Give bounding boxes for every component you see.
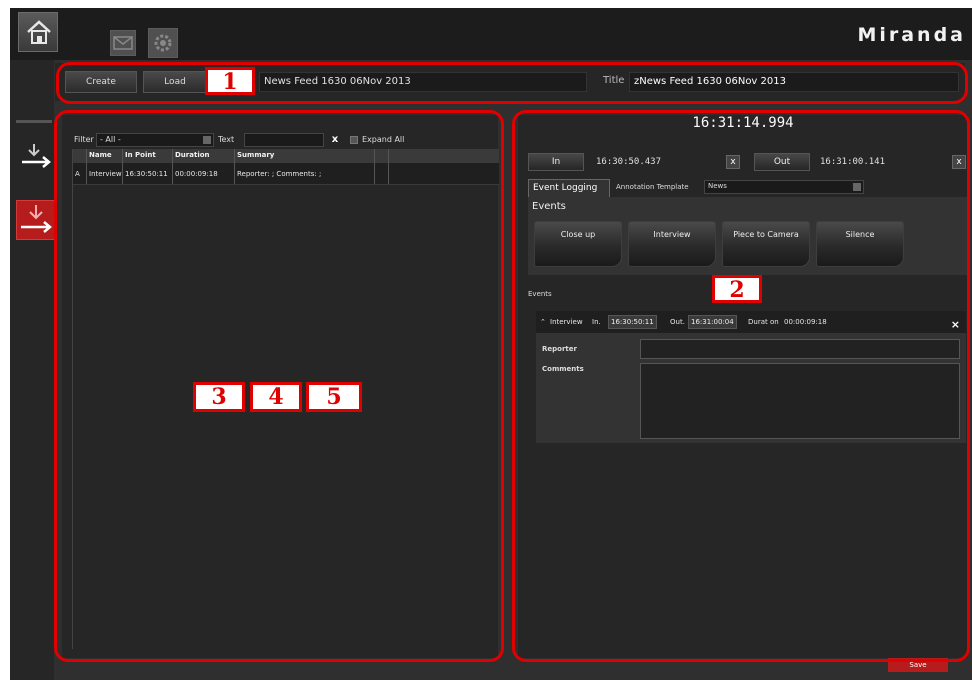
annotation-label-5: 5 [306,382,362,412]
annotation-label-1: 1 [205,67,255,95]
annotation-box-right [512,110,970,662]
mail-icon [113,36,133,50]
arrow-down-right-icon [21,205,52,233]
ingest-nav-button[interactable] [20,142,54,170]
arrow-down-right-icon [22,144,51,168]
annotation-label-3: 3 [193,382,245,412]
home-icon [27,20,51,44]
annotation-label-2: 2 [712,275,762,303]
annotation-label-4: 4 [250,382,302,412]
top-bar: Miranda [10,8,972,60]
mail-button[interactable] [110,30,136,56]
annotation-box-1 [56,62,968,104]
home-button[interactable] [18,12,58,52]
gear-icon [154,34,172,52]
miranda-logo: Miranda [857,24,966,46]
settings-button[interactable] [148,28,178,58]
side-rail [10,60,56,680]
rail-divider [16,120,52,123]
logging-nav-button[interactable] [16,200,56,240]
